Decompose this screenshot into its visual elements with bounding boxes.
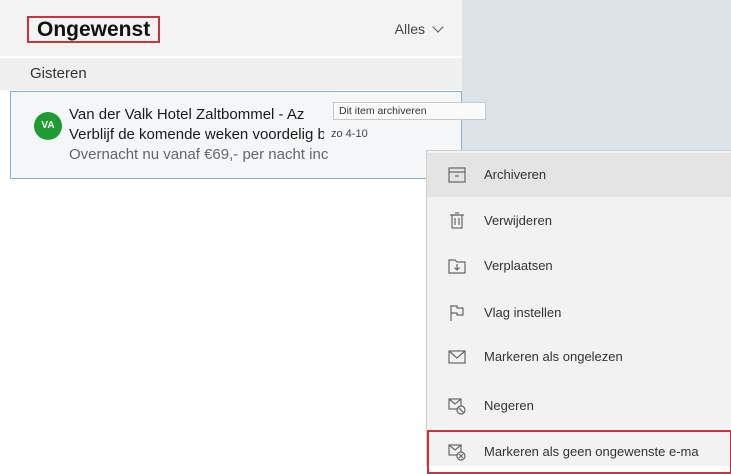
ignore-icon	[447, 396, 467, 416]
filter-dropdown[interactable]: Alles	[394, 21, 444, 37]
avatar: VA	[34, 112, 62, 140]
menu-item-label: Verplaatsen	[484, 258, 553, 273]
menu-item-delete[interactable]: Verwijderen	[427, 199, 731, 243]
not-junk-icon	[447, 442, 467, 462]
menu-item-label: Verwijderen	[484, 213, 552, 228]
move-icon	[447, 256, 467, 276]
filter-label: Alles	[394, 21, 425, 37]
trash-icon	[447, 211, 467, 231]
menu-item-ignore[interactable]: Negeren	[427, 384, 731, 428]
envelope-icon	[447, 347, 467, 367]
archive-icon	[447, 165, 467, 185]
menu-item-label: Markeren als ongelezen	[484, 349, 623, 364]
menu-item-flag[interactable]: Vlag instellen	[427, 291, 731, 335]
menu-item-label: Archiveren	[484, 167, 547, 182]
chevron-down-icon	[432, 21, 444, 33]
menu-item-label: Vlag instellen	[484, 305, 562, 320]
flag-icon	[447, 303, 467, 323]
list-header: Ongewenst Alles	[0, 0, 462, 56]
menu-item-not-junk[interactable]: Markeren als geen ongewenste e-ma	[427, 430, 731, 474]
menu-item-archive[interactable]: Archiveren	[427, 153, 731, 197]
folder-title: Ongewenst	[27, 16, 161, 43]
archive-tooltip: Dit item archiveren	[333, 102, 486, 120]
menu-item-mark-unread[interactable]: Markeren als ongelezen	[427, 335, 731, 379]
message-list-pane: Ongewenst Alles Gisteren VA Van der Valk…	[0, 0, 462, 465]
date-group-header: Gisteren	[0, 58, 462, 90]
mail-sender: Van der Valk Hotel Zaltbommel - Az	[69, 106, 305, 123]
mail-date: zo 4-10	[331, 128, 368, 140]
menu-item-label: Negeren	[484, 398, 534, 413]
menu-item-move[interactable]: Verplaatsen	[427, 244, 731, 288]
mail-preview: Overnacht nu vanaf €69,- per nacht inc	[69, 146, 329, 163]
mail-subject: Verblijf de komende weken voordelig b	[69, 126, 324, 143]
context-menu: Archiveren Verwijderen Verplaatsen Vlag …	[426, 150, 731, 474]
menu-item-label: Markeren als geen ongewenste e-ma	[484, 444, 699, 459]
date-group-label: Gisteren	[30, 65, 87, 82]
